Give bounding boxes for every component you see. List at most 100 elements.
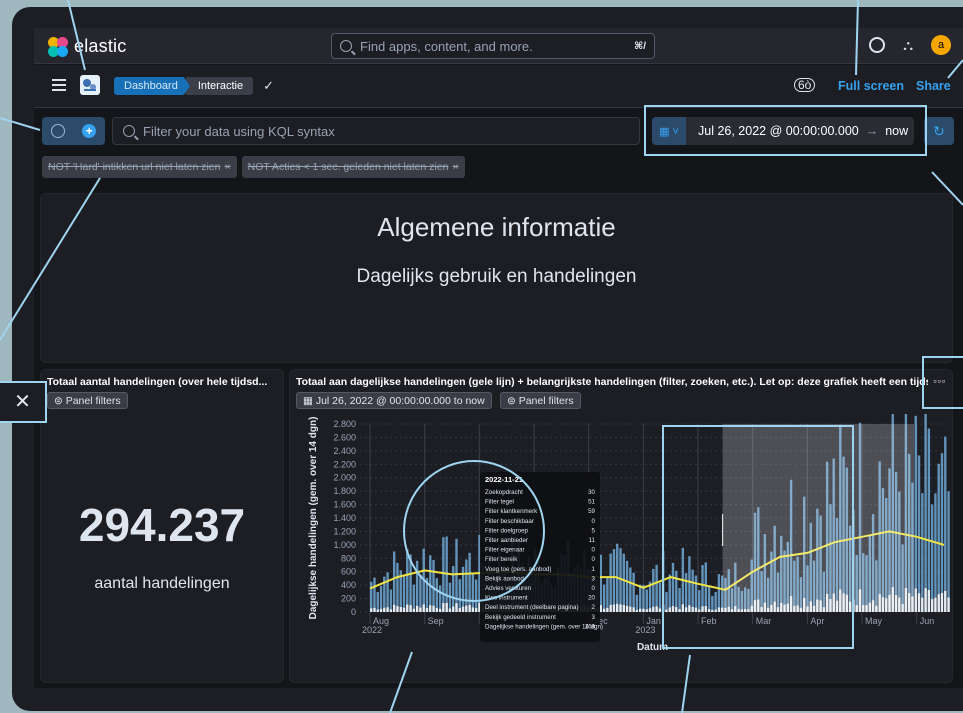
newsfeed-icon[interactable]: ⛬ bbox=[903, 37, 913, 54]
share-button[interactable]: Share bbox=[916, 79, 951, 93]
y-axis-label: Dagelijkse handelingen (gem. over 14 dgn… bbox=[308, 417, 319, 620]
bar bbox=[924, 414, 927, 612]
bar-base bbox=[422, 604, 425, 612]
filter-pill[interactable]: NOT Acties < 1 sec. geleden niet laten z… bbox=[241, 156, 465, 178]
bar-base bbox=[406, 604, 409, 612]
breadcrumb-current: Interactie bbox=[185, 77, 254, 95]
tooltip-date: 2022-11-21 bbox=[485, 475, 523, 484]
view-mode-icon[interactable]: 6ò bbox=[794, 78, 816, 92]
bar-base bbox=[612, 604, 616, 612]
bar bbox=[609, 553, 612, 612]
bar bbox=[468, 552, 471, 612]
bar-base bbox=[409, 605, 412, 612]
full-screen-button[interactable]: Full screen bbox=[838, 79, 904, 93]
bar-base bbox=[442, 603, 445, 612]
bar bbox=[379, 586, 383, 612]
remove-filter-icon[interactable]: × bbox=[453, 161, 459, 173]
daily-actions-chart[interactable]: 02004006008001.0001.2001.4001.6001.8002.… bbox=[290, 414, 954, 684]
bar-base bbox=[474, 608, 478, 612]
bar-base bbox=[399, 607, 402, 612]
y-tick-label: 400 bbox=[341, 580, 356, 590]
panel-filters-button[interactable]: ⊜ Panel filters bbox=[47, 392, 128, 409]
tooltip-row-value: 0 bbox=[592, 585, 596, 592]
bar bbox=[917, 455, 921, 612]
close-icon[interactable]: ✕ bbox=[0, 381, 47, 423]
bar-base bbox=[468, 604, 471, 612]
avatar[interactable]: a bbox=[931, 35, 951, 55]
bar bbox=[658, 582, 662, 612]
add-filter-icon[interactable]: + bbox=[82, 124, 97, 138]
bar-base bbox=[370, 608, 373, 612]
tooltip-row-value: 20 bbox=[588, 595, 595, 602]
logo-text: elastic bbox=[74, 36, 127, 56]
y-tick-label: 600 bbox=[341, 567, 356, 577]
filter-menu-button[interactable]: + bbox=[42, 117, 105, 145]
bar bbox=[455, 538, 458, 612]
tooltip-row-value: 3 bbox=[592, 575, 596, 582]
filter-pill-label: NOT 'Hard' intikken url niet laten zien bbox=[48, 161, 221, 173]
bar bbox=[465, 559, 468, 612]
tooltip-row-label: Filter beschikbaar bbox=[485, 518, 534, 525]
elastic-logo[interactable]: elastic bbox=[48, 36, 126, 57]
search-placeholder: Find apps, content, and more. bbox=[360, 38, 533, 54]
global-search-input[interactable]: Find apps, content, and more. ⌘/ bbox=[331, 33, 655, 59]
tooltip-row-value: 51 bbox=[588, 499, 595, 506]
tooltip-row-label: Advies versturen bbox=[485, 585, 532, 592]
bar-base bbox=[632, 607, 635, 612]
y-tick-label: 2.400 bbox=[333, 446, 356, 456]
tooltip-row-label: Filter tegel bbox=[485, 499, 514, 506]
remove-filter-icon[interactable]: × bbox=[224, 161, 230, 173]
metric-panel-title: Totaal aantal handelingen (over hele tij… bbox=[47, 376, 268, 388]
bar bbox=[655, 564, 658, 612]
breadcrumb-dashboard[interactable]: Dashboard bbox=[114, 77, 190, 95]
help-icon[interactable] bbox=[869, 37, 886, 53]
kql-search-input[interactable]: Filter your data using KQL syntax bbox=[112, 117, 640, 145]
x-tick-label: May bbox=[865, 616, 883, 626]
tooltip-row-value: 0 bbox=[592, 556, 596, 563]
y-tick-label: 1.800 bbox=[333, 486, 356, 496]
space-avatar-icon[interactable] bbox=[80, 75, 100, 95]
bar-base bbox=[914, 588, 917, 612]
bar-base bbox=[373, 607, 376, 612]
tooltip-row-value: 0 bbox=[592, 547, 596, 554]
bar bbox=[412, 584, 416, 612]
tooltip-row-label: Filter doelgroep bbox=[485, 527, 529, 534]
y-tick-label: 1.600 bbox=[333, 500, 356, 510]
y-tick-label: 0 bbox=[351, 607, 356, 617]
panel-filters-button[interactable]: ⊜ Panel filters bbox=[500, 392, 581, 409]
y-tick-label: 200 bbox=[341, 594, 356, 604]
filter-pill-label: NOT Acties < 1 sec. geleden niet laten z… bbox=[247, 161, 449, 173]
y-tick-label: 2.000 bbox=[333, 473, 356, 483]
hamburger-menu-icon[interactable] bbox=[52, 79, 66, 91]
bar-base bbox=[924, 588, 927, 612]
bar-base bbox=[606, 607, 609, 612]
bar-base bbox=[625, 605, 629, 612]
dashboard-toolbar: Dashboard Interactie ✓ 6ò Full screen Sh… bbox=[34, 65, 963, 108]
bar bbox=[415, 560, 419, 612]
bar-base bbox=[452, 606, 455, 612]
x-tick-sublabel: 2022 bbox=[362, 625, 382, 635]
tooltip-row-label: Filter eigenaar bbox=[485, 547, 525, 554]
bar-base bbox=[622, 604, 625, 612]
filter-pill[interactable]: NOT 'Hard' intikken url niet laten zien × bbox=[42, 156, 237, 178]
bar bbox=[612, 549, 616, 612]
tooltip-row-value: 5 bbox=[592, 527, 596, 534]
y-tick-label: 1.200 bbox=[333, 526, 356, 536]
bar bbox=[422, 548, 425, 612]
tooltip-row-value: 3 bbox=[592, 614, 596, 621]
bar-base bbox=[658, 608, 662, 612]
header-icons: ⛬ a bbox=[869, 35, 951, 55]
bar bbox=[392, 551, 396, 612]
time-filter-badge[interactable]: ▦ Jul 26, 2022 @ 00:00:00.000 to now bbox=[296, 392, 492, 409]
y-tick-label: 2.200 bbox=[333, 459, 356, 469]
filter-icon bbox=[50, 124, 65, 138]
bar bbox=[944, 436, 947, 612]
bar bbox=[376, 592, 379, 612]
highlight-chart-region bbox=[662, 425, 854, 649]
bar-base bbox=[376, 609, 379, 612]
bar bbox=[940, 453, 944, 612]
bar-base bbox=[429, 605, 432, 612]
refresh-icon[interactable]: ↻ bbox=[924, 117, 954, 145]
bar bbox=[386, 572, 389, 612]
bar bbox=[458, 579, 461, 612]
